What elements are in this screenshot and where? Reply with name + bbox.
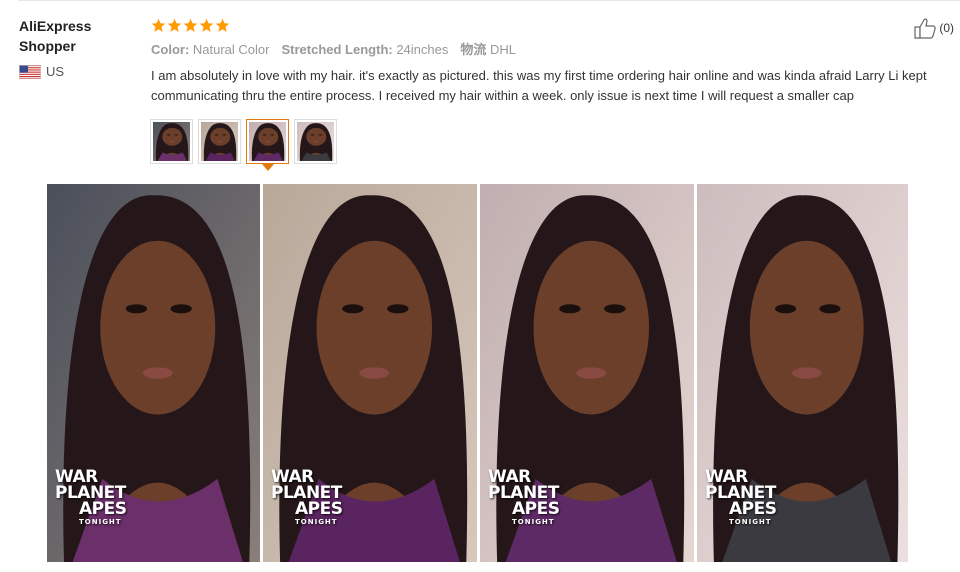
helpful-button[interactable]: (0) bbox=[913, 17, 954, 39]
star-icon bbox=[183, 18, 198, 32]
review-photo-2[interactable]: WAR PLANET APES TONIGHT bbox=[263, 184, 477, 562]
attribute-key: 物流 bbox=[460, 42, 490, 57]
photo-thumbnail[interactable] bbox=[294, 119, 337, 164]
thumbnail-image bbox=[297, 122, 334, 161]
attribute-key: Stretched Length: bbox=[281, 42, 397, 57]
photo-sticker-overlay: WAR PLANET APES TONIGHT bbox=[705, 468, 777, 527]
sticker-text: APES bbox=[79, 499, 127, 520]
star-icon bbox=[215, 18, 230, 32]
reviewer-info: AliExpress Shopper US bbox=[19, 16, 129, 79]
star-icon bbox=[151, 18, 166, 32]
attribute-value: Natural Color bbox=[192, 42, 270, 57]
photo-sticker-overlay: WAR PLANET APES TONIGHT bbox=[271, 468, 343, 527]
country-label: US bbox=[46, 64, 65, 79]
reviewer-country: US bbox=[19, 64, 129, 79]
review-text: I am absolutely in love with my hair. it… bbox=[151, 68, 927, 103]
thumbnail-image bbox=[249, 122, 286, 161]
sticker-text: TONIGHT bbox=[295, 518, 338, 527]
top-divider bbox=[18, 0, 960, 1]
thumbnail-strip bbox=[150, 119, 337, 171]
photo-thumbnail[interactable] bbox=[246, 119, 289, 171]
photo-thumbnail[interactable] bbox=[198, 119, 241, 164]
sticker-text: TONIGHT bbox=[512, 518, 555, 527]
thumbnail-image bbox=[153, 122, 190, 161]
photo-thumbnail[interactable] bbox=[150, 119, 193, 164]
sticker-text: TONIGHT bbox=[79, 518, 122, 527]
thumbnail-image bbox=[201, 122, 238, 161]
review-photo-3[interactable]: WAR PLANET APES TONIGHT bbox=[480, 184, 694, 562]
helpful-count: (0) bbox=[939, 21, 954, 35]
sticker-text: TONIGHT bbox=[729, 518, 772, 527]
sticker-text: APES bbox=[295, 499, 343, 520]
product-attributes: Color: Natural Color Stretched Length: 24… bbox=[151, 41, 956, 59]
review-body: Color: Natural Color Stretched Length: 24… bbox=[151, 14, 956, 106]
star-rating bbox=[151, 14, 956, 36]
attribute-value: 24inches bbox=[396, 42, 449, 57]
star-icon bbox=[199, 18, 214, 32]
thumbs-up-icon bbox=[914, 18, 937, 39]
attribute-key: Color: bbox=[151, 42, 193, 57]
sticker-text: APES bbox=[512, 499, 560, 520]
review-photo-1[interactable]: WAR PLANET APES TONIGHT bbox=[47, 184, 260, 562]
star-icon bbox=[167, 18, 182, 32]
photo-sticker-overlay: WAR PLANET APES TONIGHT bbox=[488, 468, 560, 527]
attribute-value: DHL bbox=[490, 42, 517, 57]
selected-indicator bbox=[262, 164, 274, 171]
reviewer-name: AliExpress Shopper bbox=[19, 18, 92, 54]
sticker-text: APES bbox=[729, 499, 777, 520]
review-photo-4[interactable]: WAR PLANET APES TONIGHT bbox=[697, 184, 908, 562]
us-flag-icon bbox=[19, 64, 41, 79]
photo-sticker-overlay: WAR PLANET APES TONIGHT bbox=[55, 468, 127, 527]
